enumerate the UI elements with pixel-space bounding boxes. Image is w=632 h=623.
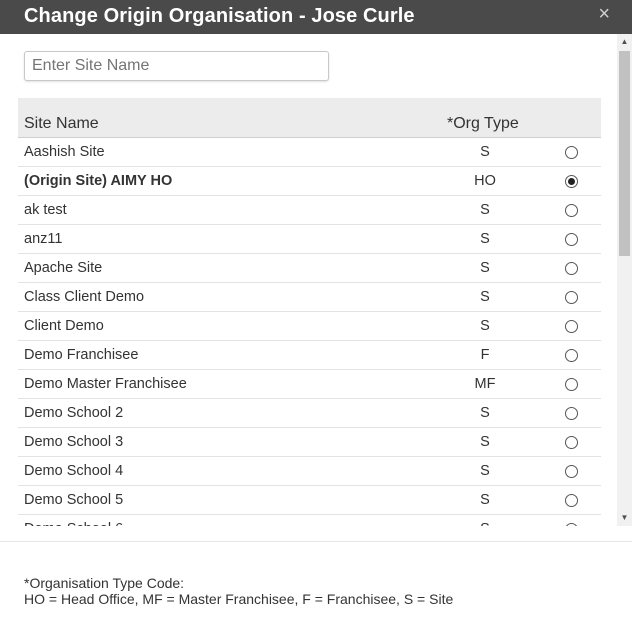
table-row[interactable]: Demo School 6 S [18, 515, 601, 526]
site-name-cell: Demo Franchisee [24, 347, 139, 363]
select-site-radio[interactable] [565, 436, 578, 449]
site-name-cell: Demo School 4 [24, 463, 124, 479]
site-name-cell: ak test [24, 202, 67, 218]
org-type-cell: S [435, 521, 535, 526]
column-header-site-name: Site Name [24, 115, 99, 132]
org-type-cell: HO [474, 173, 496, 189]
select-site-radio[interactable] [565, 233, 578, 246]
site-name-cell: Demo Master Franchisee [24, 376, 187, 392]
site-name-cell: Class Client Demo [24, 289, 145, 305]
org-type-cell: S [480, 318, 490, 334]
select-site-radio[interactable] [565, 494, 578, 507]
table-header: Site Name *Org Type [18, 98, 601, 138]
site-name-cell: Demo School 5 [24, 492, 124, 508]
select-site-radio[interactable] [565, 175, 578, 188]
org-type-cell: S [480, 434, 490, 450]
site-name-cell: Demo School 2 [24, 405, 124, 421]
dialog-title: Change Origin Organisation - Jose Curle [24, 5, 415, 27]
org-type-cell: S [480, 144, 490, 160]
org-type-cell: S [480, 492, 490, 508]
table-row[interactable]: Demo School 2 S [18, 399, 601, 428]
org-type-cell: F [480, 347, 490, 363]
table-row[interactable]: Client Demo S [18, 312, 601, 341]
org-type-cell: S [480, 405, 490, 421]
chevron-up-icon[interactable]: ▲ [617, 34, 632, 50]
org-type-legend: *Organisation Type Code: HO = Head Offic… [24, 575, 453, 607]
table-row[interactable]: Class Client Demo S [18, 283, 601, 312]
table-row[interactable]: Demo School 5 S [18, 486, 601, 515]
select-site-radio[interactable] [565, 320, 578, 333]
change-origin-dialog: Change Origin Organisation - Jose Curle … [0, 0, 632, 623]
table-row[interactable]: Demo Master Franchisee MF [18, 370, 601, 399]
table-row[interactable]: Demo Franchisee F [18, 341, 601, 370]
legend-text: HO = Head Office, MF = Master Franchisee… [24, 591, 454, 607]
site-name-cell: Apache Site [24, 260, 103, 276]
org-type-cell: S [480, 463, 490, 479]
close-icon[interactable]: × [598, 3, 610, 25]
dialog-body: Site Name *Org Type Aashish Site S (Origin… [0, 34, 632, 526]
select-site-radio[interactable] [565, 465, 578, 478]
select-site-radio[interactable] [565, 407, 578, 420]
select-site-radio[interactable] [565, 262, 578, 275]
table-row[interactable]: anz11 S [18, 225, 601, 254]
select-site-radio[interactable] [565, 291, 578, 304]
table-row[interactable]: Demo School 3 S [18, 428, 601, 457]
table-row[interactable]: Demo School 4 S [18, 457, 601, 486]
site-name-cell: Client Demo [24, 318, 104, 334]
org-type-cell: MF [474, 376, 496, 392]
table-row[interactable]: Aashish Site S [18, 138, 601, 167]
table-row[interactable]: (Origin Site) AIMY HO HO [18, 167, 601, 196]
footer-divider [0, 541, 632, 542]
site-name-cell: Demo School 3 [24, 434, 124, 450]
legend-title: *Organisation Type Code: [24, 575, 185, 591]
org-type-cell: S [480, 289, 490, 305]
select-site-radio[interactable] [565, 523, 578, 526]
site-name-cell: (Origin Site) AIMY HO [24, 173, 173, 189]
list-scrollbar[interactable]: ▲ ▼ [617, 34, 632, 526]
dialog-titlebar: Change Origin Organisation - Jose Curle … [0, 0, 632, 34]
site-name-cell: Aashish Site [24, 144, 105, 160]
org-type-cell: S [480, 202, 490, 218]
select-site-radio[interactable] [565, 378, 578, 391]
org-type-cell: S [480, 260, 490, 276]
scrollbar-thumb[interactable] [619, 51, 630, 256]
org-type-cell: S [480, 231, 490, 247]
chevron-down-icon[interactable]: ▼ [617, 510, 632, 526]
table-row[interactable]: ak test S [18, 196, 601, 225]
site-list: Aashish Site S (Origin Site) AIMY HO HO ak t… [18, 138, 601, 526]
select-site-radio[interactable] [565, 349, 578, 362]
site-name-cell: Demo School 6 [24, 521, 123, 526]
table-row[interactable]: Apache Site S [18, 254, 601, 283]
site-name-cell: anz11 [24, 231, 63, 247]
select-site-radio[interactable] [565, 204, 578, 217]
select-site-radio[interactable] [565, 146, 578, 159]
column-header-org-type: *Org Type [447, 115, 519, 132]
site-search-input[interactable] [24, 51, 329, 81]
